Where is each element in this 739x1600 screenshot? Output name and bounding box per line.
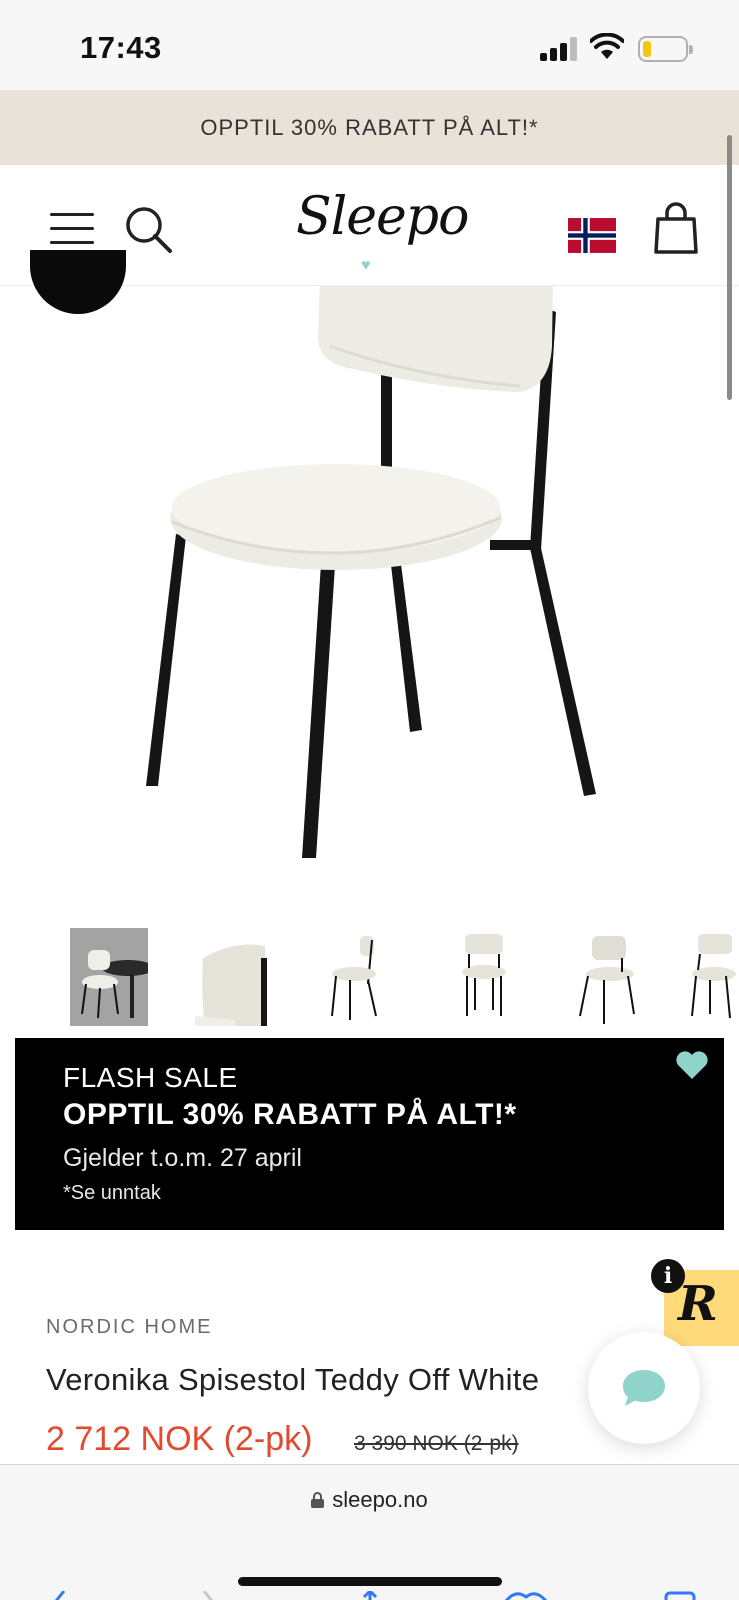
product-image[interactable]: [0, 276, 739, 906]
flash-sale-exceptions[interactable]: *Se unntak: [63, 1182, 161, 1205]
bookmarks-icon[interactable]: [504, 1591, 548, 1600]
flash-sale-banner[interactable]: FLASH SALE OPPTIL 30% RABATT PÅ ALT!* Gj…: [15, 1038, 724, 1230]
promo-banner-text: OPPTIL 30% RABATT PÅ ALT!*: [200, 114, 539, 140]
tabs-icon[interactable]: [664, 1591, 696, 1600]
thumbnail-4[interactable]: [445, 928, 523, 1026]
forward-icon[interactable]: [200, 1591, 220, 1600]
status-bar: 17:43: [0, 0, 739, 90]
promo-banner[interactable]: OPPTIL 30% RABATT PÅ ALT!*: [0, 90, 739, 165]
flash-sale-label: FLASH SALE: [63, 1062, 238, 1093]
status-time: 17:43: [80, 30, 162, 65]
review-logo-icon: R: [678, 1276, 718, 1332]
shopping-bag-icon[interactable]: [652, 199, 700, 255]
thumbnail-5[interactable]: [570, 928, 648, 1026]
product-title: Veronika Spisestol Teddy Off White: [46, 1362, 540, 1397]
chat-button[interactable]: [588, 1332, 700, 1444]
browser-toolbar: sleepo.no: [0, 1464, 739, 1600]
heart-icon: [676, 1051, 708, 1079]
norway-flag-icon[interactable]: [568, 218, 616, 253]
info-icon[interactable]: i: [651, 1259, 685, 1293]
thumbnail-1[interactable]: [70, 928, 148, 1026]
thumbnail-strip: [70, 928, 739, 1026]
cellular-signal-icon: [540, 37, 578, 61]
menu-icon[interactable]: [50, 213, 94, 245]
chair-illustration: [146, 276, 596, 858]
thumbnail-3[interactable]: [320, 928, 398, 1026]
sleepo-logo[interactable]: Sleepo ♥: [296, 183, 469, 274]
address-bar[interactable]: sleepo.no: [0, 1487, 739, 1513]
thumbnail-2[interactable]: [195, 928, 273, 1026]
url-text: sleepo.no: [332, 1487, 428, 1512]
product-brand[interactable]: NORDIC HOME: [46, 1316, 212, 1339]
chat-bubble-icon: [623, 1370, 665, 1406]
battery-icon: [638, 36, 693, 62]
share-icon[interactable]: [358, 1591, 382, 1600]
wifi-icon: [590, 33, 624, 59]
back-icon[interactable]: [50, 1591, 70, 1600]
logo-heart-icon: ♥: [361, 257, 371, 274]
product-price: 2 712 NOK (2-pk): [46, 1420, 313, 1458]
lock-icon: [311, 1492, 325, 1508]
thumbnail-6[interactable]: [684, 928, 739, 1026]
flash-sale-headline: OPPTIL 30% RABATT PÅ ALT!*: [63, 1098, 517, 1131]
home-indicator[interactable]: [238, 1577, 502, 1586]
search-icon[interactable]: [124, 205, 174, 255]
flash-sale-valid-until: Gjelder t.o.m. 27 april: [63, 1144, 302, 1172]
product-old-price: 3 390 NOK (2-pk): [354, 1432, 519, 1455]
